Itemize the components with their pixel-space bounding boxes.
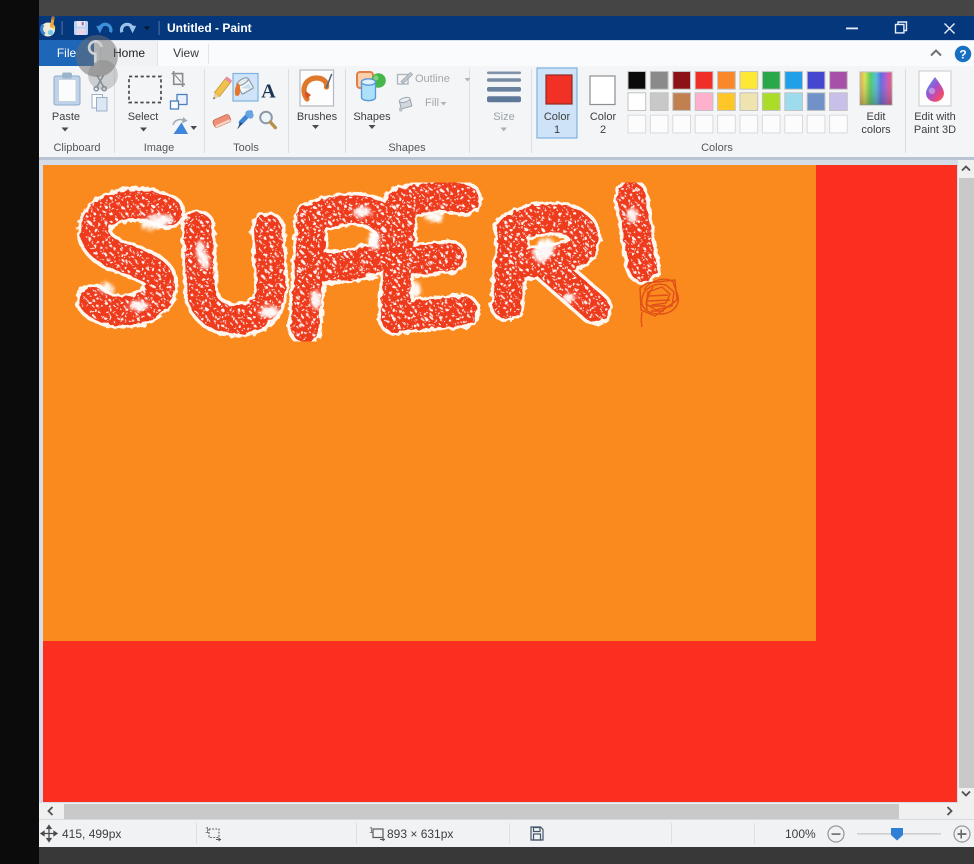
svg-text:?: ? xyxy=(959,48,966,62)
